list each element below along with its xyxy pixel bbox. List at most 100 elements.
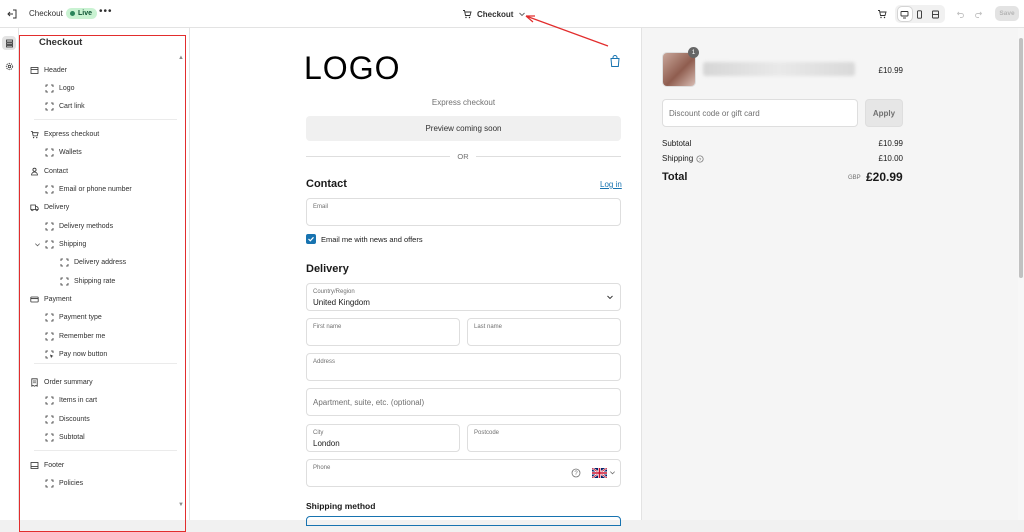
sidebar-item-order-summary[interactable]: Order summary bbox=[30, 375, 93, 389]
sidebar-item-express-checkout[interactable]: Express checkout bbox=[30, 127, 99, 141]
sidebar-item-label: Order summary bbox=[44, 378, 93, 386]
sidebar-item-label: Discounts bbox=[59, 415, 90, 423]
city-field[interactable]: City London bbox=[306, 424, 460, 452]
live-dot-icon bbox=[70, 11, 75, 16]
email-field[interactable]: Email bbox=[306, 198, 621, 226]
shipping-row-label: Shipping ? bbox=[662, 154, 704, 163]
last-name-field[interactable]: Last name bbox=[467, 318, 621, 346]
preview-text: Preview coming soon bbox=[425, 124, 502, 133]
sidebar-item-label: Subtotal bbox=[59, 433, 85, 441]
person-icon bbox=[30, 167, 39, 176]
or-text: OR bbox=[450, 152, 476, 161]
truck-icon bbox=[30, 203, 39, 212]
sidebar-item-cart-link[interactable]: Cart link bbox=[45, 99, 85, 113]
sidebar-divider bbox=[34, 450, 177, 451]
express-checkout-label: Express checkout bbox=[431, 98, 496, 107]
shipping-method-option[interactable] bbox=[306, 516, 621, 526]
country-select[interactable]: Country/Region United Kingdom bbox=[306, 283, 621, 311]
quantity-badge: 1 bbox=[688, 47, 699, 58]
sidebar-item-remember-me[interactable]: Remember me bbox=[45, 329, 105, 343]
redo-button[interactable] bbox=[972, 5, 984, 23]
more-actions-button[interactable]: ••• bbox=[99, 7, 113, 21]
help-icon[interactable]: ? bbox=[571, 468, 581, 478]
sidebar-title: Checkout bbox=[39, 37, 83, 48]
product-name-blurred bbox=[703, 62, 855, 76]
shipping-value: £10.00 bbox=[878, 154, 903, 163]
preview-scrollbar[interactable] bbox=[1018, 28, 1024, 520]
sidebar-item-items-in-cart[interactable]: Items in cart bbox=[45, 393, 97, 407]
sidebar-divider bbox=[34, 119, 177, 120]
sidebar-item-contact[interactable]: Contact bbox=[30, 164, 68, 178]
scroll-down-arrow[interactable]: ▼ bbox=[178, 502, 184, 508]
item-price: £10.99 bbox=[878, 66, 903, 75]
sidebar-item-label: Cart link bbox=[59, 102, 85, 110]
sidebar-item-label: Header bbox=[44, 66, 67, 74]
exit-icon[interactable] bbox=[4, 6, 20, 22]
redo-icon bbox=[974, 11, 982, 18]
country-value: United Kingdom bbox=[313, 298, 370, 307]
sidebar-item-delivery-address[interactable]: Delivery address bbox=[60, 255, 126, 269]
save-button[interactable]: Save bbox=[995, 6, 1019, 21]
sidebar-item-label: Payment bbox=[44, 295, 72, 303]
footer-icon bbox=[30, 461, 39, 470]
sidebar-item-delivery[interactable]: Delivery bbox=[30, 200, 69, 214]
sidebar-item-pay-now-button[interactable]: Pay now button bbox=[45, 347, 107, 361]
sidebar-item-label: Logo bbox=[59, 84, 75, 92]
cart-icon bbox=[462, 9, 472, 19]
sidebar-item-label: Policies bbox=[59, 479, 84, 487]
scroll-up-arrow[interactable]: ▲ bbox=[178, 55, 184, 61]
apply-button[interactable]: Apply bbox=[865, 99, 903, 127]
city-label: City bbox=[313, 430, 324, 436]
desktop-view-button[interactable] bbox=[897, 7, 912, 21]
discount-placeholder: Discount code or gift card bbox=[669, 109, 760, 118]
discount-input[interactable]: Discount code or gift card bbox=[662, 99, 858, 127]
phone-label: Phone bbox=[313, 465, 331, 471]
uk-flag-icon[interactable] bbox=[592, 468, 607, 478]
sidebar-item-payment[interactable]: Payment bbox=[30, 292, 72, 306]
sections-tab[interactable] bbox=[2, 36, 16, 50]
mobile-view-button[interactable] bbox=[913, 7, 927, 21]
sidebar-item-shipping-rate[interactable]: Shipping rate bbox=[60, 274, 115, 288]
sidebar-item-payment-type[interactable]: Payment type bbox=[45, 310, 102, 324]
sections-sidebar: Checkout ▲ Header Logo Cart link Express ch… bbox=[19, 28, 190, 532]
address-field[interactable]: Address bbox=[306, 353, 621, 381]
newsletter-checkbox[interactable] bbox=[306, 234, 316, 244]
express-checkout-preview: Preview coming soon bbox=[306, 116, 621, 141]
sidebar-item-label: Delivery address bbox=[74, 258, 127, 266]
sidebar-item-label: Shipping rate bbox=[74, 277, 116, 285]
block-icon bbox=[45, 415, 54, 424]
cart-preview-button[interactable] bbox=[874, 5, 890, 23]
block-icon bbox=[45, 222, 54, 231]
sidebar-item-logo[interactable]: Logo bbox=[45, 81, 75, 95]
header-icon bbox=[30, 66, 39, 75]
cart-link-icon[interactable] bbox=[609, 54, 621, 68]
sidebar-item-discounts[interactable]: Discounts bbox=[45, 412, 90, 426]
chevron-down-icon bbox=[606, 293, 614, 301]
sidebar-item-policies[interactable]: Policies bbox=[45, 476, 83, 490]
sidebar-item-subtotal[interactable]: Subtotal bbox=[45, 430, 85, 444]
settings-tab[interactable] bbox=[2, 59, 16, 73]
undo-button[interactable] bbox=[954, 5, 966, 23]
fullscreen-view-button[interactable] bbox=[928, 7, 942, 21]
sidebar-item-label: Items in cart bbox=[59, 396, 98, 404]
shipping-label: Shipping bbox=[662, 154, 694, 163]
sidebar-item-email-or-phone-number[interactable]: Email or phone number bbox=[45, 182, 132, 196]
sidebar-item-delivery-methods[interactable]: Delivery methods bbox=[45, 219, 113, 233]
sidebar-item-header[interactable]: Header bbox=[30, 63, 67, 77]
block-icon bbox=[45, 396, 54, 405]
chevron-down-icon[interactable] bbox=[33, 240, 42, 249]
status-label: Live bbox=[78, 10, 93, 17]
apartment-field[interactable]: Apartment, suite, etc. (optional) bbox=[306, 388, 621, 416]
sidebar-item-label: Shipping bbox=[59, 240, 87, 248]
login-link[interactable]: Log in bbox=[600, 180, 622, 189]
postcode-field[interactable]: Postcode bbox=[467, 424, 621, 452]
sidebar-item-shipping[interactable]: Shipping bbox=[35, 237, 87, 251]
page-selector[interactable]: Checkout bbox=[462, 7, 526, 21]
sidebar-item-wallets[interactable]: Wallets bbox=[45, 145, 82, 159]
scrollbar-thumb[interactable] bbox=[1019, 38, 1023, 278]
phone-field[interactable]: Phone ? bbox=[306, 459, 621, 487]
sidebar-item-footer[interactable]: Footer bbox=[30, 458, 64, 472]
first-name-field[interactable]: First name bbox=[306, 318, 460, 346]
block-icon bbox=[45, 332, 54, 341]
block-icon bbox=[45, 102, 54, 111]
